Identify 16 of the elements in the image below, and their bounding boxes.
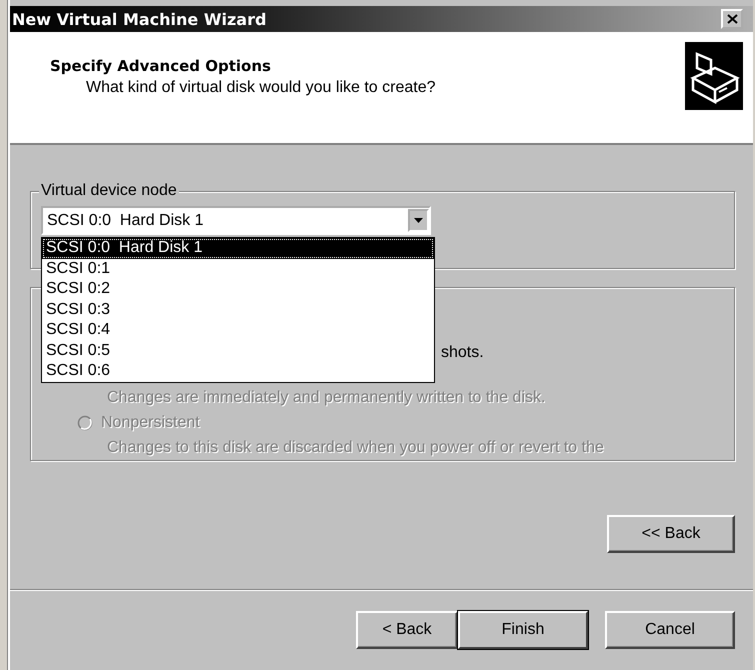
page-title: Specify Advanced Options bbox=[50, 57, 272, 75]
page-subtitle: What kind of virtual disk would you like to create? bbox=[85, 79, 436, 97]
finish-button[interactable]: Finish bbox=[458, 611, 588, 649]
disk-drive-icon bbox=[685, 42, 743, 110]
back-button[interactable]: << Back bbox=[607, 515, 735, 553]
dropdown-arrow-icon bbox=[414, 218, 423, 223]
option-description: Changes to this disk are discarded when you power off or revert to the bbox=[107, 438, 604, 458]
cancel-button[interactable]: Cancel bbox=[605, 611, 735, 649]
radio-label: Nonpersistent bbox=[101, 413, 200, 433]
window-title: New Virtual Machine Wizard bbox=[12, 10, 266, 28]
option-text: shots. bbox=[441, 343, 484, 363]
close-button[interactable] bbox=[721, 9, 743, 29]
option-description: Changes are immediately and permanently written to the disk. bbox=[107, 388, 546, 408]
dropdown-option[interactable]: SCSI 0:0 Hard Disk 1 bbox=[42, 238, 434, 258]
back-button[interactable]: < Back bbox=[356, 611, 458, 649]
close-icon bbox=[726, 14, 738, 24]
